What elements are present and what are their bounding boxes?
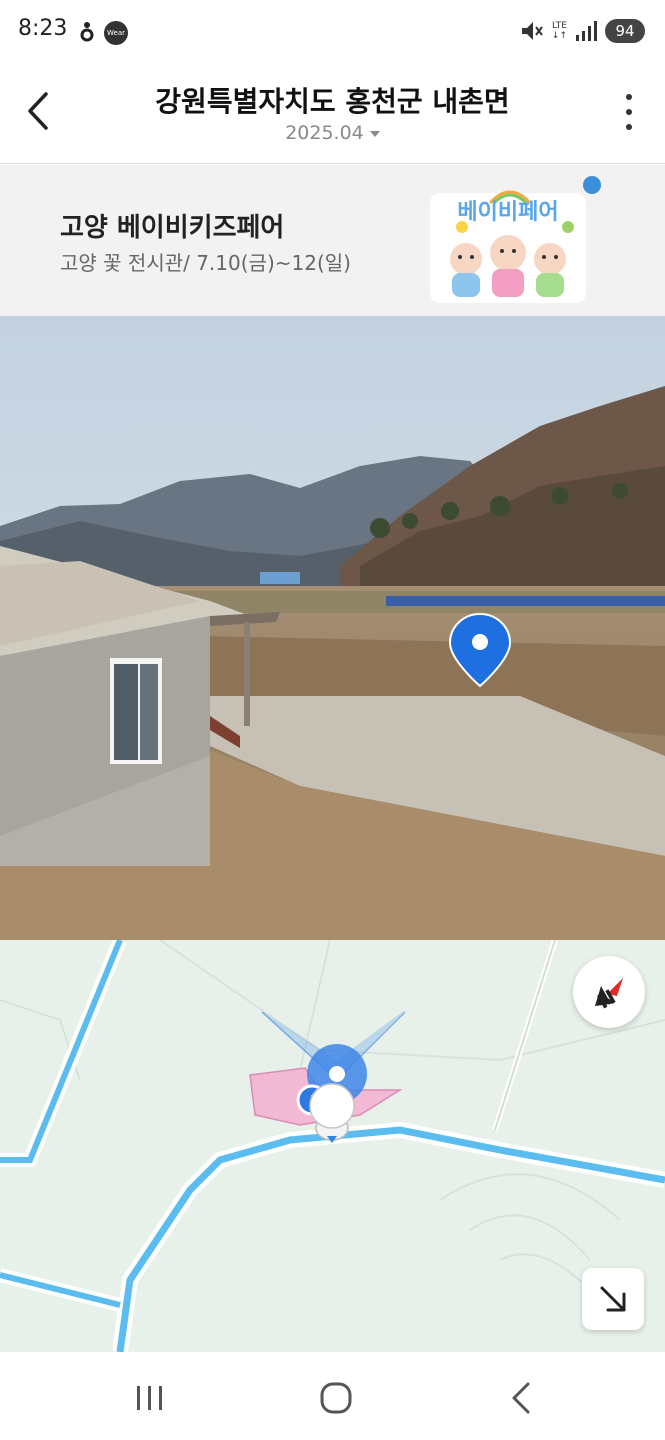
date-label: 2025.04	[285, 122, 364, 144]
mute-icon	[521, 22, 543, 40]
mini-map[interactable]: i	[0, 940, 665, 1352]
notification-dot-icon	[80, 22, 94, 42]
header: 강원특별자치도 홍천군 내촌면 2025.04	[0, 62, 665, 164]
status-time: 8:23	[18, 16, 68, 41]
system-nav-bar	[0, 1352, 665, 1440]
home-icon[interactable]	[314, 1376, 358, 1420]
chevron-down-icon	[369, 130, 380, 137]
network-type: LTE ↓↑	[551, 21, 567, 41]
current-location-icon: i	[296, 1044, 367, 1143]
status-bar: 8:23 Wear LTE ↓↑ 94	[0, 0, 665, 62]
page-title: 강원특별자치도 홍천군 내촌면	[155, 85, 510, 118]
ad-banner[interactable]: 고양 베이비키즈페어 고양 꽃 전시관/ 7.10(금)~12(일) 베이비페어	[0, 165, 665, 316]
ad-subtitle: 고양 꽃 전시관/ 7.10(금)~12(일)	[60, 251, 351, 275]
location-pin-icon[interactable]	[448, 612, 512, 688]
expand-icon	[600, 1286, 626, 1312]
wear-badge: Wear	[104, 21, 128, 45]
signal-icon	[576, 21, 597, 41]
status-right-icons: LTE ↓↑ 94	[520, 16, 645, 46]
compass-button[interactable]: N	[573, 956, 645, 1028]
date-dropdown[interactable]: 2025.04	[0, 122, 665, 144]
ad-art-text: 베이비페어	[457, 200, 558, 225]
ad-title: 고양 베이비키즈페어	[60, 213, 285, 243]
back-icon[interactable]	[500, 1376, 544, 1420]
baby-fair-illustration: 베이비페어	[430, 176, 601, 303]
recent-apps-icon[interactable]	[126, 1380, 174, 1416]
battery-badge: 94	[605, 19, 645, 43]
compass-icon: N	[593, 978, 623, 1014]
more-vertical-icon[interactable]	[619, 90, 639, 134]
street-view-panorama[interactable]	[0, 316, 665, 940]
expand-map-button[interactable]	[582, 1268, 644, 1330]
